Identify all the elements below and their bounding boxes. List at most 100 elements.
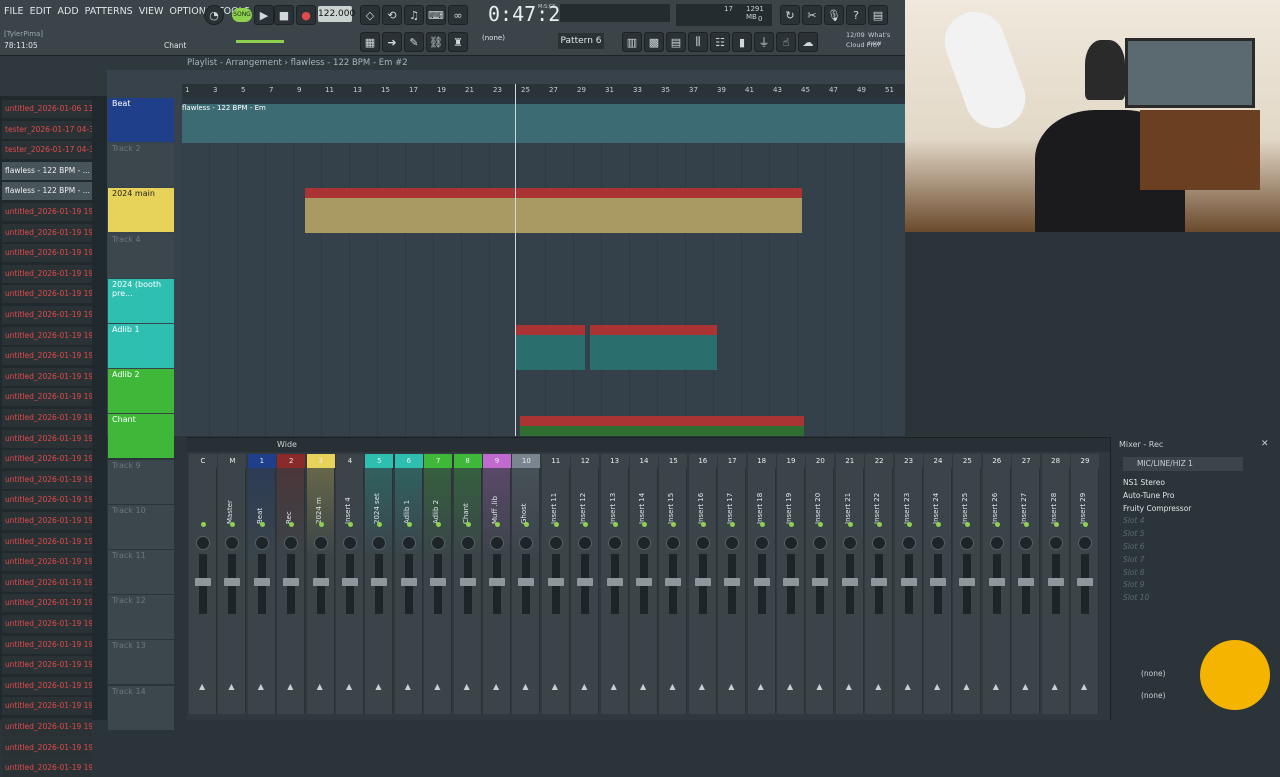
- output-selector-1[interactable]: (none): [1141, 669, 1166, 678]
- browser-item[interactable]: flawless - 122 BPM - ...: [2, 182, 92, 201]
- mixer-strip-led[interactable]: [436, 522, 442, 527]
- track-header[interactable]: Adlib 2: [108, 369, 174, 414]
- plug-icon[interactable]: ⏚: [754, 32, 774, 52]
- mixer-strip-led[interactable]: [465, 522, 471, 527]
- mixer-strip-led[interactable]: [906, 522, 912, 527]
- mixer-strip-led[interactable]: [700, 522, 706, 527]
- fader-cap[interactable]: [253, 578, 270, 586]
- fader-cap[interactable]: [900, 578, 917, 586]
- mixer-strip[interactable]: 9 Muff .lib ▲: [483, 454, 511, 714]
- pan-knob[interactable]: [666, 536, 681, 550]
- fader-cap[interactable]: [577, 578, 594, 586]
- step-edit-icon[interactable]: ♫: [404, 5, 424, 25]
- browser-icon[interactable]: ☷: [710, 32, 730, 52]
- browser-item[interactable]: tester_2026-01-17 04-3...: [2, 120, 92, 139]
- pan-knob[interactable]: [754, 536, 769, 550]
- effect-slot[interactable]: NS1 Stereo: [1119, 477, 1269, 489]
- pan-knob[interactable]: [989, 536, 1004, 550]
- pan-knob[interactable]: [1078, 536, 1092, 550]
- browser-item[interactable]: untitled_2026-01-19 19-...: [2, 450, 92, 469]
- channel-rack-icon[interactable]: ▩: [644, 32, 664, 52]
- browser-item[interactable]: untitled_2026-01-19 19-...: [2, 512, 92, 530]
- mixer-strip-led[interactable]: [1024, 522, 1030, 527]
- fader-cap[interactable]: [694, 578, 711, 586]
- route-arrow-icon[interactable]: ▲: [640, 682, 646, 691]
- fader-cap[interactable]: [1047, 578, 1064, 586]
- mixer-strip[interactable]: 7 Adlib 2 ▲: [424, 454, 453, 714]
- fader-cap[interactable]: [930, 578, 946, 586]
- route-arrow-icon[interactable]: ▲: [816, 682, 822, 691]
- pan-knob[interactable]: [254, 536, 269, 550]
- adlib1-clip-a[interactable]: untitled_...-22_Rec: [515, 325, 585, 370]
- fader-cap[interactable]: [1077, 578, 1093, 586]
- main-pitch-slider[interactable]: [236, 40, 284, 43]
- browser-item[interactable]: flawless - 122 BPM - ...: [2, 161, 92, 180]
- route-arrow-icon[interactable]: ▲: [405, 682, 411, 691]
- route-arrow-icon[interactable]: ▲: [1081, 682, 1087, 691]
- route-arrow-icon[interactable]: ▲: [581, 682, 587, 691]
- pan-knob[interactable]: [931, 536, 945, 550]
- browser-item[interactable]: untitled_2026-01-19 19-...: [2, 429, 92, 448]
- mixer-strip-led[interactable]: [289, 522, 295, 527]
- browser-item[interactable]: untitled_2026-01-19 19-...: [2, 615, 92, 633]
- browser-item[interactable]: untitled_2026-01-19 19-...: [2, 285, 92, 304]
- route-arrow-icon[interactable]: ▲: [611, 682, 617, 691]
- browser-item[interactable]: untitled_2026-01-19 19-...: [2, 697, 92, 716]
- mixer-strip[interactable]: 22 Insert 22 ▲: [865, 454, 894, 714]
- track-header[interactable]: Track 9: [108, 459, 174, 504]
- mixer-strip-led[interactable]: [201, 522, 206, 527]
- browser-item[interactable]: untitled_2026-01-19 19-...: [2, 244, 92, 263]
- mixer-strip[interactable]: 5 2024 set ▲: [365, 454, 394, 714]
- menu-item-file[interactable]: FILE: [4, 6, 24, 17]
- route-arrow-icon[interactable]: ▲: [1052, 682, 1058, 691]
- piano-roll-icon[interactable]: ▤: [666, 32, 686, 52]
- mixer-strip-led[interactable]: [965, 522, 971, 527]
- mixer-strip[interactable]: 19 Insert 19 ▲: [777, 454, 805, 714]
- track-header[interactable]: Track 4: [108, 233, 174, 278]
- pan-knob[interactable]: [401, 536, 416, 550]
- mixer-strip-led[interactable]: [230, 522, 236, 527]
- browser-item[interactable]: untitled_2026-01-19 19-...: [2, 388, 92, 407]
- mixer-strip-led[interactable]: [818, 522, 824, 527]
- snap-icon[interactable]: ◇: [360, 5, 380, 25]
- browser-item[interactable]: untitled_2026-01-19 19-...: [2, 367, 92, 386]
- news-text-2[interactable]: Cloud Pro?: [846, 41, 880, 49]
- output-selector-2[interactable]: (none): [1141, 691, 1166, 700]
- route-arrow-icon[interactable]: ▲: [346, 682, 352, 691]
- route-arrow-icon[interactable]: ▲: [434, 682, 440, 691]
- fader-cap[interactable]: [283, 578, 300, 586]
- route-arrow-icon[interactable]: ▲: [728, 682, 734, 691]
- fader-cap[interactable]: [988, 578, 1005, 586]
- browser-item[interactable]: untitled_2026-01-19 19-...: [2, 203, 92, 221]
- pan-knob[interactable]: [725, 536, 740, 550]
- arrow-right-icon[interactable]: ➜: [382, 32, 402, 52]
- mixer-strip-led[interactable]: [994, 522, 1000, 527]
- menu-item-view[interactable]: VIEW: [139, 6, 164, 17]
- mixer-strip[interactable]: 11 Insert 11 ▲: [541, 454, 570, 714]
- mixer-view-mode[interactable]: Wide: [277, 440, 297, 449]
- fader-cap[interactable]: [547, 578, 564, 586]
- browser-item[interactable]: untitled_2026-01-19 19-...: [2, 553, 92, 572]
- pan-knob[interactable]: [695, 536, 710, 550]
- mixer-strip[interactable]: 4 Insert 4 ▲: [336, 454, 364, 714]
- track-header[interactable]: Track 11: [108, 550, 174, 594]
- playlist-icon[interactable]: ▦: [360, 32, 380, 52]
- pan-knob[interactable]: [431, 536, 446, 550]
- effect-slot[interactable]: Fruity Compressor: [1119, 503, 1269, 515]
- fader-cap[interactable]: [342, 578, 358, 586]
- browser-item[interactable]: untitled_2026-01-06 13-...: [2, 100, 92, 118]
- route-arrow-icon[interactable]: ▲: [375, 682, 381, 691]
- mixer-strip-led[interactable]: [259, 522, 265, 527]
- route-arrow-icon[interactable]: ▲: [934, 682, 940, 691]
- fader-cap[interactable]: [430, 578, 447, 586]
- master-volume-bar[interactable]: [560, 4, 670, 22]
- beat-clip[interactable]: flawless - 122 BPM - Em flawless..M - Em…: [182, 98, 905, 143]
- fader-cap[interactable]: [459, 578, 476, 586]
- timeline-ruler[interactable]: 1 3 5 7 9 11 13 15 17 19 21 23 25 27 29 31 33 35 37 39 41 43 4…: [182, 84, 905, 98]
- fader-cap[interactable]: [753, 578, 770, 586]
- browser-item[interactable]: untitled_2026-01-19 19-...: [2, 470, 92, 489]
- browser-item[interactable]: untitled_2026-01-19 19-...: [2, 223, 92, 242]
- mixer-strip[interactable]: 1 Beat ▲: [247, 454, 276, 714]
- mixer-strip[interactable]: 18 Insert 18 ▲: [747, 454, 776, 714]
- menu-item-patterns[interactable]: PATTERNS: [85, 6, 133, 17]
